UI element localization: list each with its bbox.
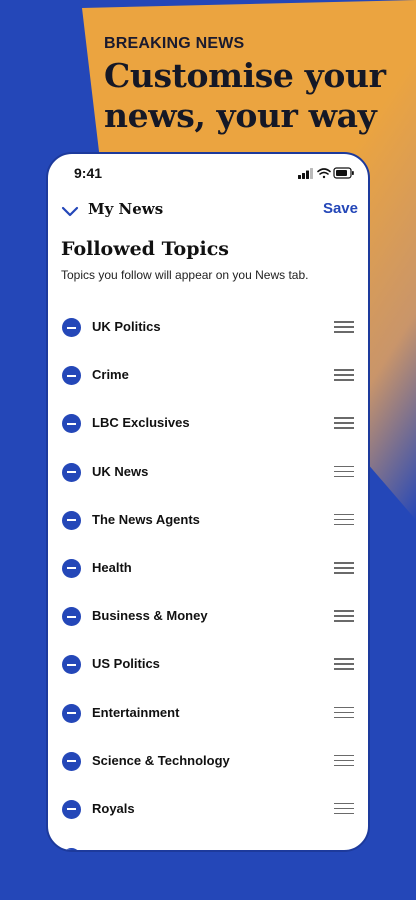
topic-row: LBC Exclusives — [48, 400, 368, 448]
signal-icon — [298, 168, 313, 179]
drag-handle-icon[interactable] — [334, 658, 354, 671]
drag-handle-icon[interactable] — [334, 754, 354, 768]
drag-handle-icon[interactable] — [334, 561, 354, 575]
topic-row: UK Politics — [48, 304, 368, 352]
topic-label: The News Agents — [92, 511, 200, 527]
drag-handle-icon[interactable] — [334, 802, 354, 816]
wifi-icon — [317, 168, 331, 179]
topic-row: Sport — [48, 834, 368, 850]
topic-label: Health — [92, 559, 132, 575]
topic-row: Entertainment — [48, 690, 368, 738]
status-bar: 9:41 — [48, 154, 368, 192]
battery-icon — [333, 167, 354, 179]
drag-handle-icon[interactable] — [334, 369, 354, 382]
drag-handle-icon[interactable] — [334, 513, 354, 527]
nav-title: My News — [88, 200, 164, 218]
drag-handle-icon[interactable] — [334, 321, 354, 334]
topic-label: UK Politics — [92, 319, 161, 334]
remove-topic-icon[interactable] — [62, 655, 81, 675]
topic-row: The News Agents — [48, 497, 368, 545]
drag-handle-icon[interactable] — [334, 465, 354, 479]
topic-label: UK News — [92, 463, 149, 479]
topic-label: Crime — [92, 367, 129, 383]
remove-topic-icon[interactable] — [62, 414, 81, 434]
remove-topic-icon[interactable] — [62, 366, 81, 386]
page-subtitle: Topics you follow will appear on you New… — [61, 268, 309, 282]
topic-label: Royals — [92, 800, 135, 816]
topic-label: Science & Technology — [92, 752, 230, 768]
topic-row: Science & Technology — [48, 738, 368, 786]
topic-row: UK News — [48, 449, 368, 497]
remove-topic-icon[interactable] — [62, 607, 81, 627]
phone-frame: 9:41 My News Save Followed Topics Topics… — [46, 152, 370, 852]
drag-handle-icon[interactable] — [334, 610, 354, 623]
topic-label: Business & Money — [92, 608, 208, 624]
topic-label: LBC Exclusives — [92, 415, 190, 431]
remove-topic-icon[interactable] — [62, 799, 81, 819]
topic-row: Business & Money — [48, 593, 368, 641]
nav-bar: My News Save — [48, 194, 368, 230]
page-title: Followed Topics — [61, 238, 229, 260]
remove-topic-icon[interactable] — [62, 462, 81, 482]
promo-eyebrow: BREAKING NEWS — [104, 35, 245, 52]
topic-list: UK Politics Crime LBC Exclusives UK News The… — [48, 304, 368, 850]
remove-topic-icon[interactable] — [62, 751, 81, 771]
chevron-down-icon[interactable] — [60, 202, 80, 222]
topic-row: Crime — [48, 352, 368, 400]
topic-label: US Politics — [92, 656, 160, 672]
drag-handle-icon[interactable] — [334, 706, 354, 720]
topic-row: US Politics — [48, 641, 368, 689]
drag-handle-icon[interactable] — [334, 417, 354, 430]
remove-topic-icon[interactable] — [62, 318, 81, 337]
remove-topic-icon[interactable] — [62, 510, 81, 530]
remove-topic-icon[interactable] — [62, 703, 81, 723]
status-icons — [298, 167, 354, 179]
remove-topic-icon[interactable] — [62, 558, 81, 578]
save-button[interactable]: Save — [323, 200, 358, 217]
topic-row: Royals — [48, 786, 368, 834]
topic-label: Sport — [92, 849, 126, 850]
promo-headline: Customise your news, your way — [104, 56, 386, 135]
topic-row: Health — [48, 545, 368, 593]
status-time: 9:41 — [74, 165, 103, 181]
topic-label: Entertainment — [92, 704, 180, 720]
